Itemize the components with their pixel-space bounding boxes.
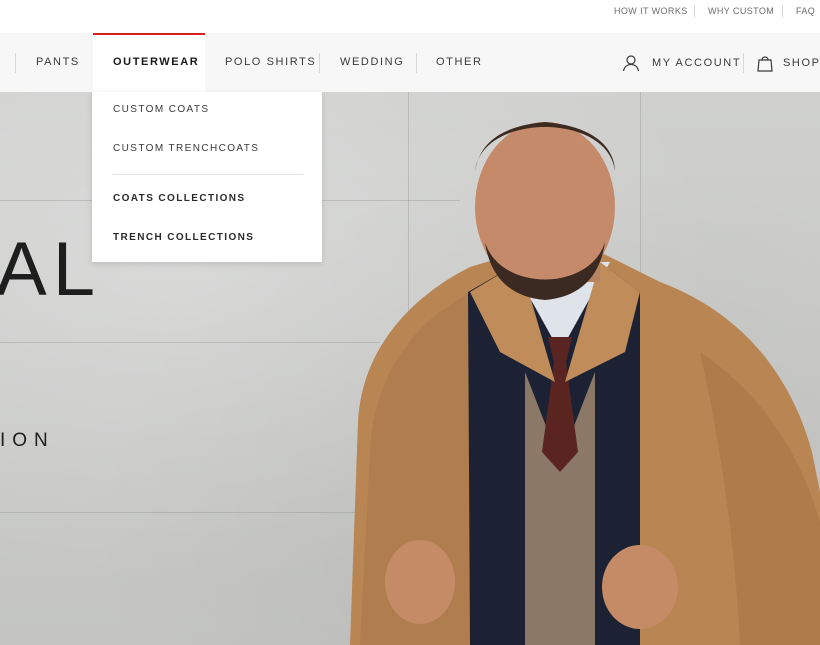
nav-divider	[743, 53, 744, 73]
outerwear-dropdown-menu: CUSTOM COATS CUSTOM TRENCHCOATS COATS CO…	[92, 92, 322, 262]
nav-item-polo-shirts[interactable]: POLO SHIRTS	[225, 33, 316, 92]
dropdown-item-custom-trenchcoats[interactable]: CUSTOM TRENCHCOATS	[113, 143, 259, 154]
nav-divider	[416, 53, 417, 73]
utility-divider	[782, 5, 783, 17]
nav-item-outerwear[interactable]: OUTERWEAR	[93, 33, 205, 92]
utility-bar: HOW IT WORKS WHY CUSTOM FAQ	[0, 0, 820, 33]
my-account-link[interactable]: MY ACCOUNT	[622, 33, 741, 92]
main-nav: PANTS OUTERWEAR POLO SHIRTS WEDDING OTHE…	[0, 33, 820, 92]
dropdown-item-trench-collections[interactable]: TRENCH COLLECTIONS	[113, 232, 254, 243]
dropdown-item-coats-collections[interactable]: COATS COLLECTIONS	[113, 193, 246, 204]
utility-divider	[694, 5, 695, 17]
nav-divider	[15, 53, 16, 73]
nav-item-wedding[interactable]: WEDDING	[340, 33, 404, 92]
my-account-label: MY ACCOUNT	[652, 56, 742, 69]
shopping-label: SHOPP	[783, 56, 820, 69]
nav-item-other[interactable]: OTHER	[436, 33, 483, 92]
user-icon	[622, 54, 640, 71]
shopping-bag-link[interactable]: SHOPP	[757, 33, 820, 92]
faq-link[interactable]: FAQ	[796, 6, 815, 16]
how-it-works-link[interactable]: HOW IT WORKS	[614, 6, 688, 16]
nav-divider	[319, 53, 320, 73]
dropdown-item-custom-coats[interactable]: CUSTOM COATS	[113, 104, 209, 115]
nav-item-pants[interactable]: PANTS	[36, 33, 80, 92]
shopping-bag-icon	[757, 55, 773, 72]
why-custom-link[interactable]: WHY CUSTOM	[708, 6, 774, 16]
dropdown-divider	[113, 174, 303, 175]
